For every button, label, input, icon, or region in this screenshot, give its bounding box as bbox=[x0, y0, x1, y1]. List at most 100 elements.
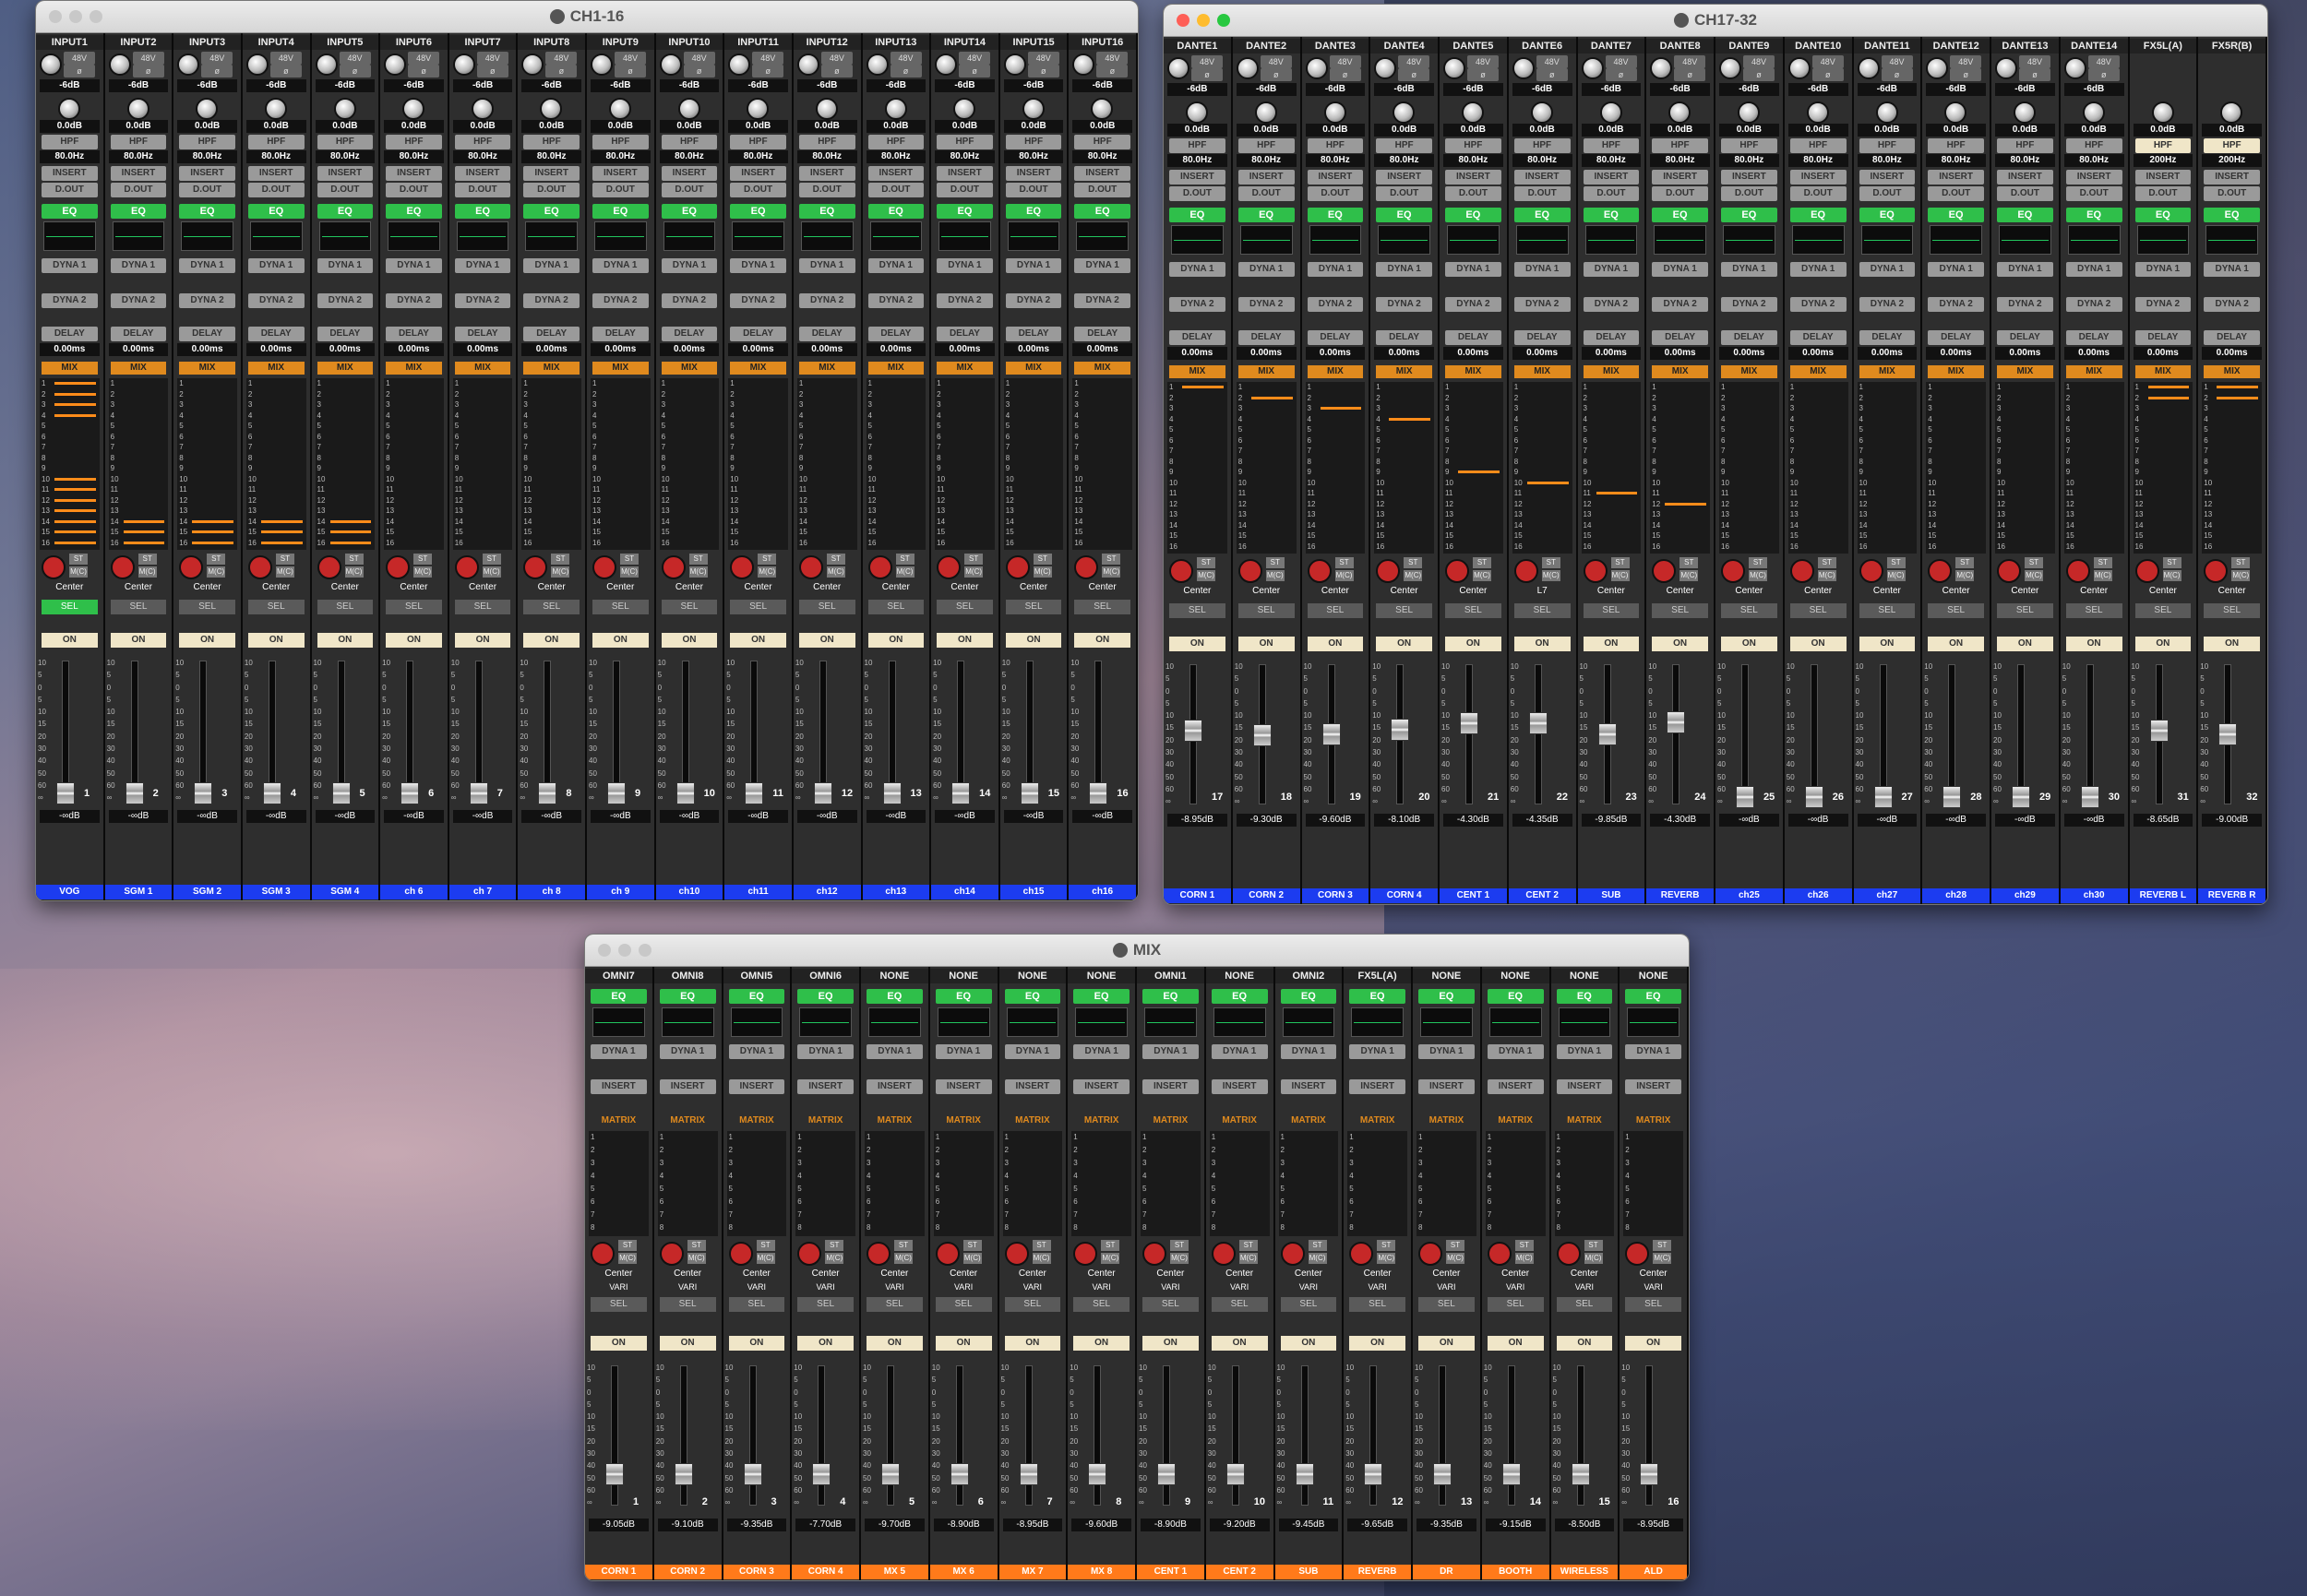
insert-button[interactable]: INSERT bbox=[1625, 1079, 1681, 1094]
matrix-send-area[interactable]: 1 2 3 4 5 6 7 8 bbox=[795, 1131, 855, 1236]
dyna2-button[interactable]: DYNA 2 bbox=[1237, 297, 1295, 312]
dyna1-button[interactable]: DYNA 1 bbox=[730, 258, 786, 273]
channel-on-button[interactable]: ON bbox=[386, 633, 442, 648]
dyna2-button[interactable]: DYNA 2 bbox=[592, 293, 649, 308]
direct-out-button[interactable]: D.OUT bbox=[317, 183, 374, 197]
mix-on-button[interactable]: ON bbox=[935, 1336, 992, 1351]
fader-handle[interactable] bbox=[881, 1463, 900, 1485]
mix-send-area[interactable]: 1 2 3 4 5 6 7 8 9 10 11 12 13 14 15 16 bbox=[1926, 382, 1986, 554]
matrix-send-area[interactable]: 1 2 3 4 5 6 7 8 bbox=[1554, 1131, 1615, 1236]
fader-track[interactable] bbox=[130, 661, 138, 801]
mono-button[interactable]: M(C) bbox=[1033, 566, 1052, 578]
trim-knob[interactable] bbox=[1393, 101, 1416, 124]
sel-button[interactable]: SEL bbox=[1997, 603, 2053, 618]
insert-button[interactable]: INSERT bbox=[42, 166, 98, 181]
mono-button[interactable]: M(C) bbox=[1541, 570, 1560, 581]
dyna2-button[interactable]: DYNA 2 bbox=[523, 293, 580, 308]
mono-button[interactable]: M(C) bbox=[2025, 570, 2043, 581]
hpf-button[interactable]: HPF bbox=[2134, 138, 2192, 153]
pan-knob[interactable] bbox=[1073, 1242, 1098, 1266]
channel-on-button[interactable]: ON bbox=[592, 633, 649, 648]
sel-button[interactable]: SEL bbox=[1142, 1297, 1199, 1312]
mono-button[interactable]: M(C) bbox=[137, 566, 157, 578]
insert-button[interactable]: INSERT bbox=[1445, 170, 1501, 185]
trim-knob[interactable] bbox=[196, 98, 219, 120]
mono-button[interactable]: M(C) bbox=[1473, 570, 1491, 581]
mix-on-button[interactable]: ON bbox=[867, 1336, 923, 1351]
matrix-send-area[interactable]: 1 2 3 4 5 6 7 8 bbox=[933, 1131, 994, 1236]
hpf-button[interactable]: HPF bbox=[798, 135, 855, 149]
eq-curve-display[interactable] bbox=[869, 221, 923, 251]
stereo-button[interactable]: ST bbox=[1514, 1240, 1534, 1251]
pan-knob[interactable] bbox=[591, 1242, 615, 1266]
eq-button[interactable]: EQ bbox=[317, 204, 374, 219]
mono-button[interactable]: M(C) bbox=[1334, 570, 1354, 581]
sel-button[interactable]: SEL bbox=[937, 600, 993, 614]
sel-button[interactable]: SEL bbox=[935, 1297, 992, 1312]
sel-button[interactable]: SEL bbox=[110, 600, 167, 614]
mono-button[interactable]: M(C) bbox=[1308, 1253, 1327, 1264]
mix-send-area[interactable]: 1 2 3 4 5 6 7 8 9 10 11 12 13 14 15 16 bbox=[108, 378, 169, 550]
fader-track[interactable] bbox=[62, 661, 69, 801]
mix-send-area[interactable]: 1 2 3 4 5 6 7 8 9 10 11 12 13 14 15 16 bbox=[2202, 382, 2262, 554]
sel-button[interactable]: SEL bbox=[592, 600, 649, 614]
pan-knob[interactable] bbox=[386, 555, 411, 579]
eq-button[interactable]: EQ bbox=[1004, 989, 1061, 1004]
mono-button[interactable]: M(C) bbox=[1955, 570, 1975, 581]
insert-button[interactable]: INSERT bbox=[728, 1079, 785, 1094]
dyna2-button[interactable]: DYNA 2 bbox=[1307, 297, 1364, 312]
stereo-button[interactable]: ST bbox=[1170, 1240, 1189, 1251]
eq-button[interactable]: EQ bbox=[1376, 208, 1432, 222]
hpf-button[interactable]: HPF bbox=[179, 135, 235, 149]
mono-button[interactable]: M(C) bbox=[1377, 1253, 1396, 1264]
gain-knob[interactable] bbox=[1167, 57, 1189, 79]
matrix-send-area[interactable]: 1 2 3 4 5 6 7 8 bbox=[1347, 1131, 1407, 1236]
eq-curve-display[interactable] bbox=[663, 221, 716, 251]
direct-out-button[interactable]: D.OUT bbox=[1859, 186, 1916, 201]
phase-button[interactable]: ø bbox=[1536, 68, 1568, 81]
fader-track[interactable] bbox=[681, 661, 689, 801]
sel-button[interactable]: SEL bbox=[797, 1297, 854, 1312]
pan-knob[interactable] bbox=[317, 555, 341, 579]
stereo-button[interactable]: ST bbox=[69, 554, 88, 565]
fader-handle[interactable] bbox=[1184, 720, 1202, 742]
phase-button[interactable]: ø bbox=[1881, 68, 1913, 81]
direct-out-button[interactable]: D.OUT bbox=[110, 183, 167, 197]
stereo-button[interactable]: ST bbox=[826, 554, 845, 565]
delay-button[interactable]: DELAY bbox=[317, 327, 374, 341]
fader-handle[interactable] bbox=[950, 1463, 969, 1485]
mix-button[interactable]: MIX bbox=[1997, 365, 2053, 378]
sel-button[interactable]: SEL bbox=[179, 600, 235, 614]
direct-out-button[interactable]: D.OUT bbox=[661, 183, 718, 197]
delay-button[interactable]: DELAY bbox=[1928, 330, 1984, 345]
mix-send-area[interactable]: 1 2 3 4 5 6 7 8 9 10 11 12 13 14 15 16 bbox=[177, 378, 237, 550]
mix-button[interactable]: MIX bbox=[937, 362, 993, 375]
sel-button[interactable]: SEL bbox=[1445, 603, 1501, 618]
insert-button[interactable]: INSERT bbox=[386, 166, 442, 181]
mix-button[interactable]: MIX bbox=[1928, 365, 1984, 378]
phantom-48v-button[interactable]: 48V bbox=[1674, 55, 1706, 68]
mix-button[interactable]: MIX bbox=[2204, 365, 2260, 378]
phase-button[interactable]: ø bbox=[1605, 68, 1637, 81]
matrix-send-area[interactable]: 1 2 3 4 5 6 7 8 bbox=[865, 1131, 925, 1236]
sel-button[interactable]: SEL bbox=[386, 600, 442, 614]
eq-curve-display[interactable] bbox=[1144, 1007, 1197, 1037]
phantom-48v-button[interactable]: 48V bbox=[1743, 55, 1775, 68]
eq-curve-display[interactable] bbox=[1351, 1007, 1404, 1037]
eq-button[interactable]: EQ bbox=[1349, 989, 1405, 1004]
fader-track[interactable] bbox=[474, 661, 483, 801]
eq-curve-display[interactable] bbox=[388, 221, 440, 251]
mix-send-area[interactable]: 1 2 3 4 5 6 7 8 9 10 11 12 13 14 15 16 bbox=[521, 378, 581, 550]
direct-out-button[interactable]: D.OUT bbox=[1652, 186, 1708, 201]
eq-curve-display[interactable] bbox=[1860, 225, 1914, 255]
stereo-button[interactable]: ST bbox=[756, 1240, 775, 1251]
delay-button[interactable]: DELAY bbox=[1721, 330, 1777, 345]
mix-send-area[interactable]: 1 2 3 4 5 6 7 8 9 10 11 12 13 14 15 16 bbox=[2133, 382, 2193, 554]
mix-button[interactable]: MIX bbox=[454, 362, 511, 375]
eq-button[interactable]: EQ bbox=[1721, 208, 1777, 222]
insert-button[interactable]: INSERT bbox=[1418, 1079, 1475, 1094]
pan-knob[interactable] bbox=[1004, 1242, 1029, 1266]
direct-out-button[interactable]: D.OUT bbox=[937, 183, 993, 197]
trim-knob[interactable] bbox=[1091, 98, 1114, 120]
direct-out-button[interactable]: D.OUT bbox=[454, 183, 511, 197]
